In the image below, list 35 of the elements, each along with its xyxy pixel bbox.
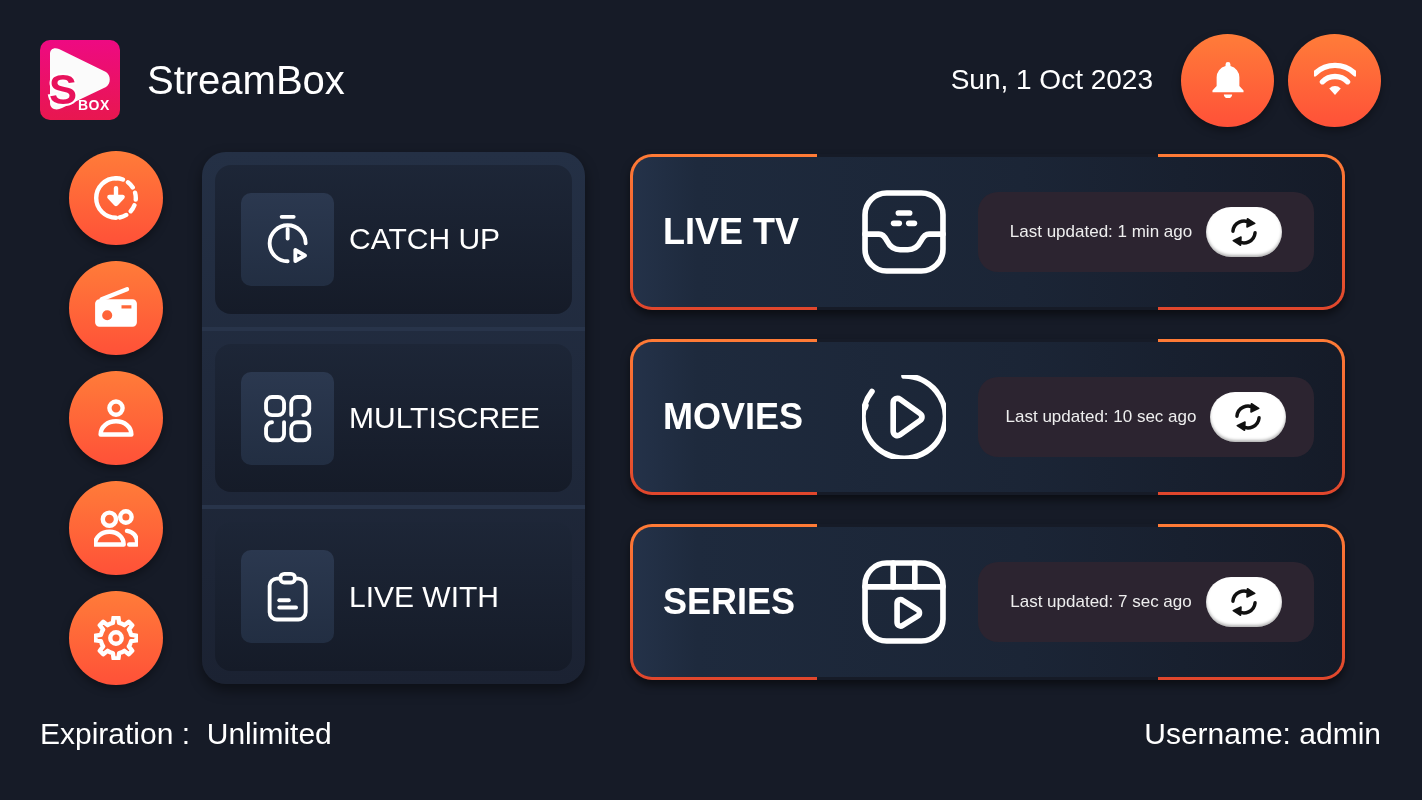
play-circle-icon: [862, 375, 946, 459]
date-text: Sun, 1 Oct 2023: [950, 63, 1153, 97]
logo-letter: S: [49, 69, 77, 111]
logo-text: BOX: [78, 98, 110, 113]
menu-button[interactable]: CATCH UP: [215, 165, 572, 314]
refresh-icon: [1228, 587, 1259, 617]
video-play-icon: [862, 560, 946, 644]
refresh-icon: [1233, 402, 1264, 432]
refresh-icon: [1229, 217, 1260, 247]
app-name: StreamBox: [147, 57, 345, 104]
tray-icon: [862, 190, 946, 274]
username-text: Username: admin: [1144, 716, 1381, 752]
download-icon: [94, 176, 138, 220]
users-icon: [94, 506, 138, 550]
refresh-button[interactable]: [1205, 577, 1282, 627]
menu-button[interactable]: MULTISCREE: [215, 343, 572, 493]
settings-icon: [94, 616, 138, 660]
refresh-button[interactable]: [1210, 392, 1287, 442]
category-title: LIVE TV: [663, 211, 801, 253]
category-card[interactable]: SERIES Last updated: 7 sec ago: [630, 524, 1345, 680]
category-title: MOVIES: [663, 396, 805, 438]
bell-icon: [1209, 62, 1246, 98]
refresh-button[interactable]: [1206, 207, 1283, 257]
clipboard-icon: [241, 550, 334, 644]
expiration-text: Expiration : Unlimited: [40, 716, 332, 752]
play-triangle-icon: [50, 48, 110, 110]
radio-set-icon: [94, 286, 138, 330]
grid-icon: [241, 371, 334, 465]
category-card[interactable]: LIVE TV Last updated: 1 min ago: [630, 154, 1345, 310]
status-text: Last updated: 10 sec ago: [1005, 407, 1197, 427]
category-title: SERIES: [663, 581, 797, 623]
category-card[interactable]: MOVIES Last updated: 10 sec ago: [630, 339, 1345, 495]
status-text: Last updated: 1 min ago: [1009, 222, 1193, 242]
stopwatch-play-icon: [241, 192, 334, 286]
status-text: Last updated: 7 sec ago: [1010, 592, 1192, 612]
